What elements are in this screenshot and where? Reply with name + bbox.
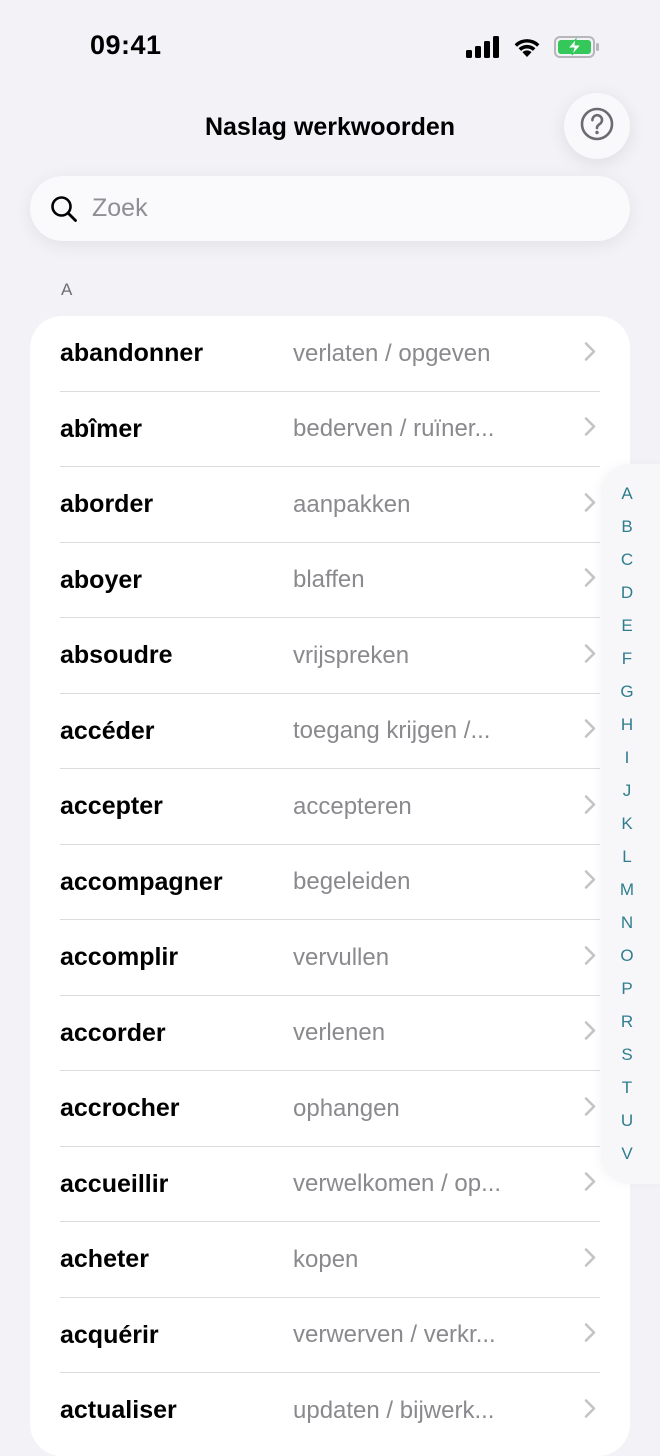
- verb-label: aboyer: [60, 565, 142, 594]
- chevron-right-icon: [583, 1020, 597, 1047]
- wifi-icon: [512, 36, 542, 63]
- index-letter[interactable]: G: [601, 682, 653, 702]
- chevron-right-icon: [583, 1322, 597, 1349]
- verb-row[interactable]: absoudre vrijspreken: [30, 618, 630, 694]
- index-letter[interactable]: D: [601, 583, 653, 603]
- verb-row[interactable]: aboyer blaffen: [30, 543, 630, 618]
- index-letter[interactable]: A: [601, 484, 653, 504]
- verb-translation: accepteren: [293, 792, 412, 820]
- alphabet-index[interactable]: ABCDEFGHIJKLMNOPRSTUV: [601, 464, 660, 1184]
- index-letter[interactable]: S: [601, 1045, 653, 1065]
- verb-label: accueillir: [60, 1169, 169, 1198]
- verb-row[interactable]: acheter kopen: [30, 1222, 630, 1298]
- index-letter[interactable]: B: [601, 517, 653, 537]
- verb-label: absoudre: [60, 641, 173, 670]
- verb-list: abandonner verlaten / opgeven abîmer bederv…: [30, 316, 630, 1456]
- verb-translation: verlaten / opgeven: [293, 339, 491, 367]
- chevron-right-icon: [583, 642, 597, 669]
- verb-row[interactable]: accrocher ophangen: [30, 1071, 630, 1147]
- index-letter[interactable]: T: [601, 1078, 653, 1098]
- verb-label: accorder: [60, 1018, 166, 1047]
- help-button[interactable]: [564, 93, 630, 159]
- verb-translation: verwelkomen / op...: [293, 1170, 502, 1198]
- status-icons: [466, 36, 600, 63]
- verb-label: accrocher: [60, 1094, 180, 1123]
- verb-translation: vrijspreken: [293, 641, 410, 669]
- index-letter[interactable]: V: [601, 1144, 653, 1164]
- verb-label: accompagner: [60, 867, 223, 896]
- search-bar[interactable]: [30, 176, 630, 241]
- index-letter[interactable]: E: [601, 616, 653, 636]
- verb-row[interactable]: aborder aanpakken: [30, 467, 630, 543]
- verb-translation: bederven / ruïner...: [293, 415, 495, 443]
- question-mark-circle-icon: [580, 107, 614, 146]
- verb-label: abîmer: [60, 414, 142, 443]
- verb-row[interactable]: accepter accepteren: [30, 769, 630, 845]
- verb-row[interactable]: abandonner verlaten / opgeven: [30, 316, 630, 392]
- verb-translation: ophangen: [293, 1094, 400, 1122]
- page-title: Naslag werkwoorden: [204, 113, 456, 141]
- verb-row[interactable]: acquérir verwerven / verkr...: [30, 1298, 630, 1373]
- chevron-right-icon: [583, 1397, 597, 1424]
- chevron-right-icon: [583, 944, 597, 971]
- index-letter[interactable]: I: [601, 748, 653, 768]
- section-header: A: [61, 280, 73, 299]
- chevron-right-icon: [583, 1095, 597, 1122]
- status-bar: 09:41: [0, 0, 660, 96]
- chevron-right-icon: [583, 718, 597, 745]
- search-input[interactable]: [90, 193, 574, 224]
- verb-translation: kopen: [293, 1245, 359, 1273]
- verb-row[interactable]: accueillir verwelkomen / op...: [30, 1147, 630, 1222]
- chevron-right-icon: [583, 567, 597, 594]
- index-letter[interactable]: F: [601, 649, 653, 669]
- verb-translation: aanpakken: [293, 490, 411, 518]
- verb-row[interactable]: accomplir vervullen: [30, 920, 630, 996]
- verb-row[interactable]: abîmer bederven / ruïner...: [30, 392, 630, 467]
- index-letter[interactable]: L: [601, 847, 653, 867]
- chevron-right-icon: [583, 491, 597, 518]
- index-letter[interactable]: N: [601, 913, 653, 933]
- index-letter[interactable]: M: [601, 880, 653, 900]
- index-letter[interactable]: K: [601, 814, 653, 834]
- chevron-right-icon: [583, 416, 597, 443]
- magnifying-glass-icon: [51, 195, 77, 222]
- status-time: 09:41: [90, 30, 162, 60]
- index-letter[interactable]: P: [601, 979, 653, 999]
- chevron-right-icon: [583, 1171, 597, 1198]
- verb-label: actualiser: [60, 1396, 177, 1425]
- verb-translation: verwerven / verkr...: [293, 1321, 496, 1349]
- battery-charging-icon: [554, 36, 600, 63]
- index-letter[interactable]: C: [601, 550, 653, 570]
- index-letter[interactable]: R: [601, 1012, 653, 1032]
- verb-label: accéder: [60, 716, 155, 745]
- verb-label: aborder: [60, 490, 154, 519]
- verb-label: acquérir: [60, 1320, 159, 1349]
- verb-row[interactable]: accompagner begeleiden: [30, 845, 630, 920]
- index-letter[interactable]: J: [601, 781, 653, 801]
- cellular-signal-icon: [466, 36, 500, 63]
- verb-label: accomplir: [60, 943, 179, 972]
- index-letter[interactable]: O: [601, 946, 653, 966]
- chevron-right-icon: [583, 869, 597, 896]
- chevron-right-icon: [583, 340, 597, 367]
- verb-row[interactable]: accéder toegang krijgen /...: [30, 694, 630, 769]
- verb-translation: vervullen: [293, 943, 390, 971]
- verb-translation: verlenen: [293, 1019, 386, 1047]
- index-letter[interactable]: U: [601, 1111, 653, 1131]
- verb-label: accepter: [60, 792, 163, 821]
- verb-label: acheter: [60, 1245, 149, 1274]
- verb-row[interactable]: accorder verlenen: [30, 996, 630, 1071]
- verb-label: abandonner: [60, 339, 204, 368]
- index-letter[interactable]: H: [601, 715, 653, 735]
- verb-translation: blaffen: [293, 566, 365, 594]
- chevron-right-icon: [583, 793, 597, 820]
- verb-row[interactable]: actualiser updaten / bijwerk...: [30, 1373, 630, 1449]
- chevron-right-icon: [583, 1246, 597, 1273]
- verb-translation: updaten / bijwerk...: [293, 1396, 495, 1424]
- verb-translation: toegang krijgen /...: [293, 717, 491, 745]
- verb-translation: begeleiden: [293, 868, 411, 896]
